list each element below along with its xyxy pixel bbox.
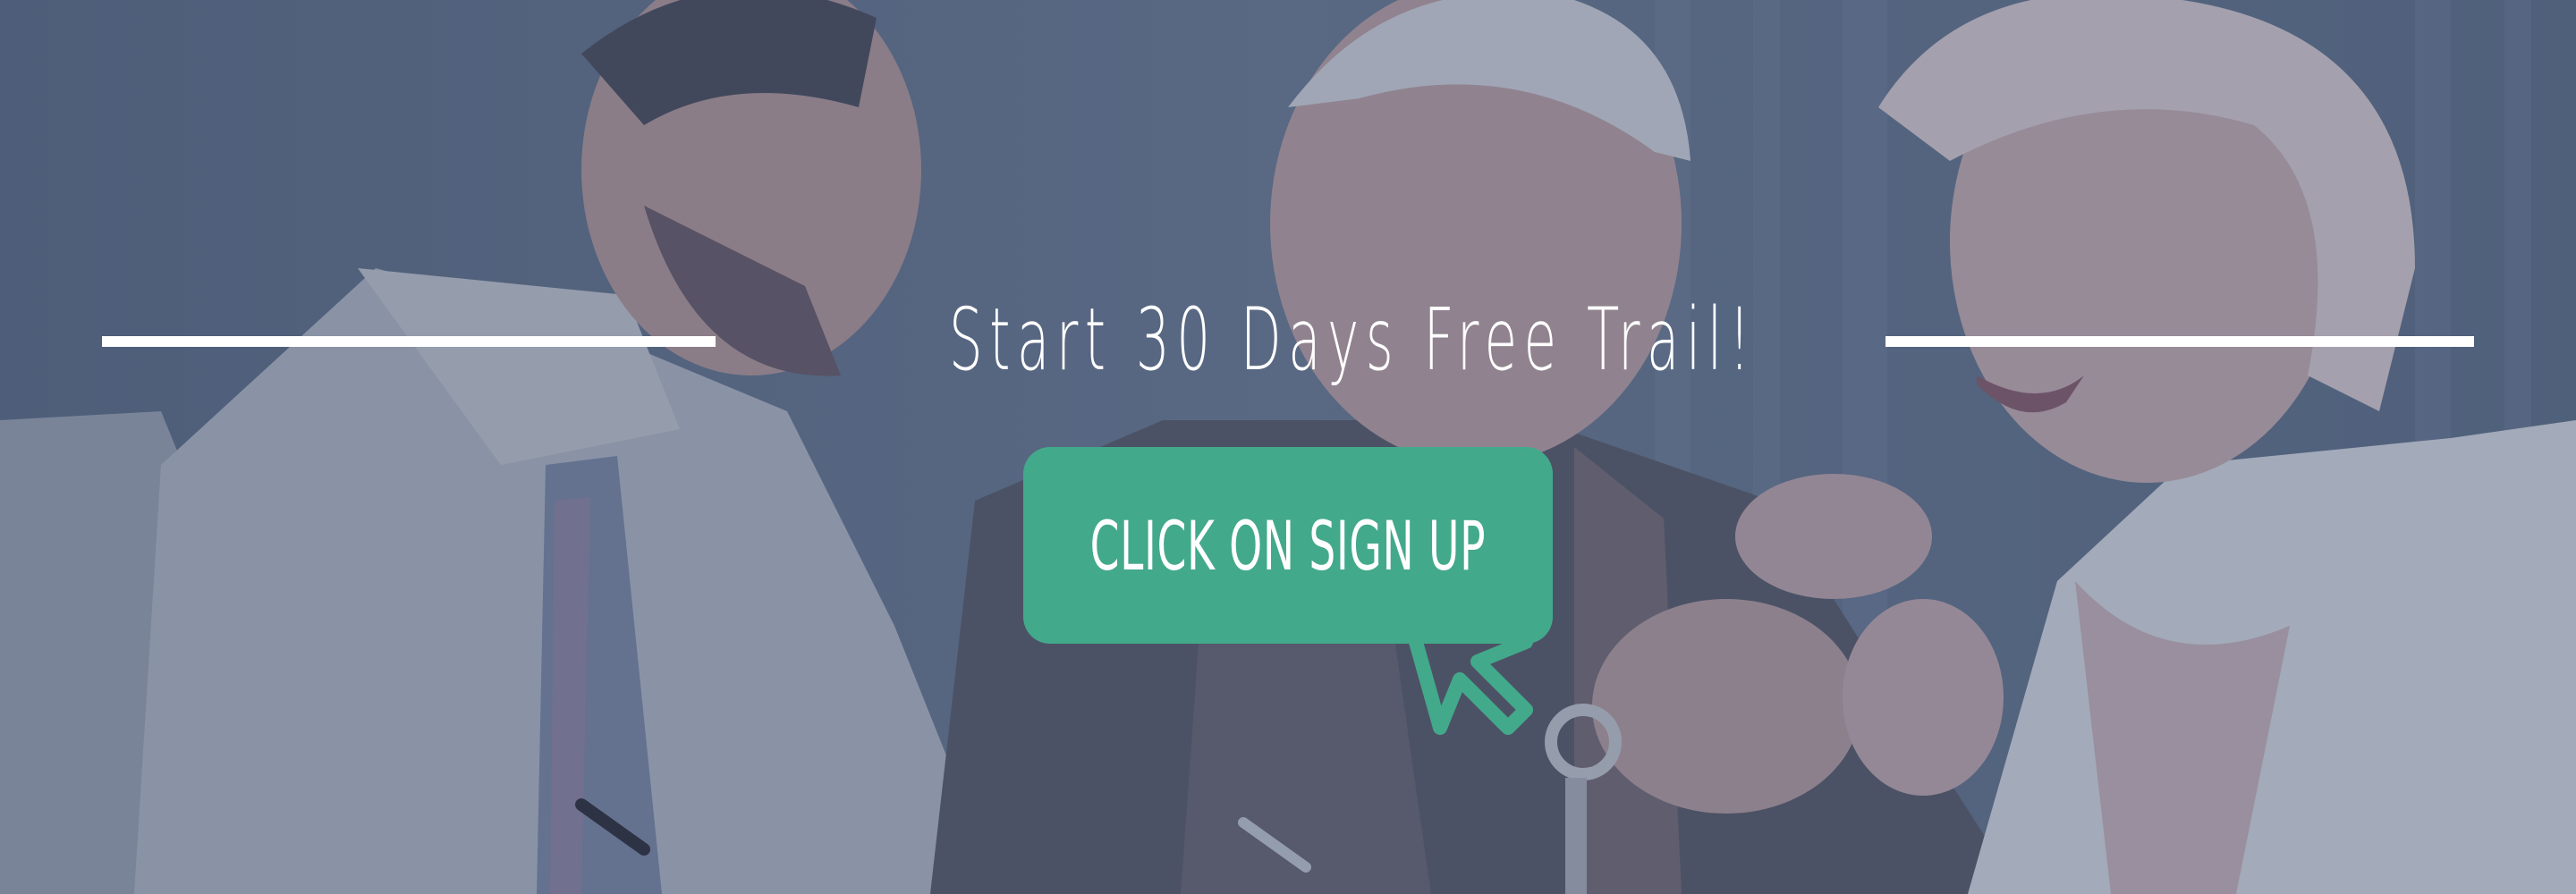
headline-divider-right — [1885, 336, 2474, 347]
headline-row: Start 30 Days Free Trail! — [0, 277, 2576, 402]
headline-divider-left — [102, 336, 716, 347]
sign-up-button-label: CLICK ON SIGN UP — [1089, 505, 1487, 586]
cursor-arrow-icon — [1397, 594, 1533, 735]
headline: Start 30 Days Free Trail! — [948, 290, 1758, 390]
signup-banner: Start 30 Days Free Trail! CLICK ON SIGN … — [0, 0, 2576, 894]
